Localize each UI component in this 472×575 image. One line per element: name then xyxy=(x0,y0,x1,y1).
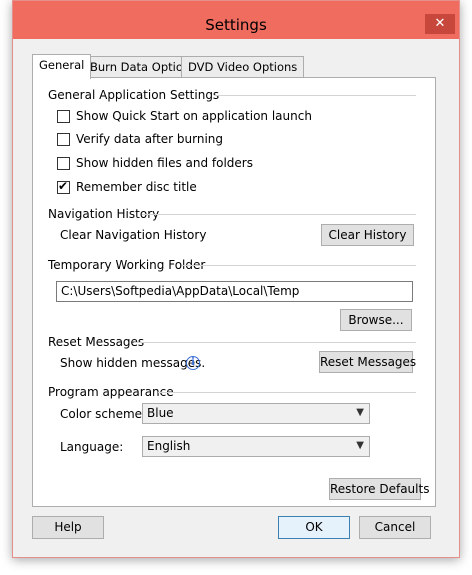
color-scheme-label: Color scheme: xyxy=(60,407,147,421)
tab-dvd-video-options[interactable]: DVD Video Options xyxy=(181,56,305,78)
remember-title-checkbox[interactable]: ✔ xyxy=(57,178,70,194)
color-scheme-value: Blue xyxy=(147,406,174,420)
quick-start-checkbox-row[interactable]: Show Quick Start on application launch xyxy=(57,108,312,124)
language-select[interactable]: English ▼ xyxy=(142,436,370,457)
color-scheme-select[interactable]: Blue ▼ xyxy=(142,403,370,424)
cancel-button[interactable]: Cancel xyxy=(359,516,431,539)
general-settings-heading: General Application Settings xyxy=(48,88,220,102)
close-icon: ✕ xyxy=(434,16,446,31)
section-divider xyxy=(158,392,416,393)
clear-history-label: Clear Navigation History xyxy=(60,228,207,242)
temp-folder-path-input[interactable]: C:\Users\Softpedia\AppData\Local\Temp xyxy=(56,281,413,302)
remember-title-label: Remember disc title xyxy=(76,180,197,194)
verify-data-label: Verify data after burning xyxy=(76,132,224,146)
checkmark-icon: ✔ xyxy=(58,178,69,193)
appearance-heading: Program appearance xyxy=(48,385,174,399)
reset-messages-button[interactable]: Reset Messages xyxy=(319,351,416,373)
browse-button[interactable]: Browse... xyxy=(340,309,412,331)
verify-data-checkbox[interactable] xyxy=(57,132,70,146)
restore-defaults-button[interactable]: Restore Defaults xyxy=(329,478,429,500)
hidden-files-checkbox-row[interactable]: Show hidden files and folders xyxy=(57,155,253,171)
ok-button[interactable]: OK xyxy=(278,516,350,539)
quick-start-checkbox[interactable] xyxy=(57,109,70,123)
info-icon: i xyxy=(186,356,200,370)
close-button[interactable]: ✕ xyxy=(425,14,455,34)
language-label: Language: xyxy=(60,440,124,454)
section-divider xyxy=(142,214,416,215)
hidden-files-checkbox[interactable] xyxy=(57,156,70,170)
chevron-down-icon: ▼ xyxy=(356,440,364,451)
remember-title-checkbox-row[interactable]: ✔ Remember disc title xyxy=(57,179,197,195)
clear-history-button[interactable]: Clear History xyxy=(321,224,414,246)
section-divider xyxy=(182,265,416,266)
hidden-files-label: Show hidden files and folders xyxy=(76,156,253,170)
language-value: English xyxy=(147,439,191,453)
window-title: Settings xyxy=(205,16,267,34)
help-button[interactable]: Help xyxy=(32,516,104,539)
section-divider xyxy=(134,342,416,343)
chevron-down-icon: ▼ xyxy=(356,407,364,418)
title-bar[interactable]: Settings ✕ xyxy=(13,1,459,39)
tab-general[interactable]: General xyxy=(32,54,92,79)
verify-data-checkbox-row[interactable]: Verify data after burning xyxy=(57,131,223,147)
reset-messages-heading: Reset Messages xyxy=(48,335,145,349)
quick-start-label: Show Quick Start on application launch xyxy=(76,109,312,123)
section-divider xyxy=(214,95,416,96)
hidden-messages-label: Show hidden messages. xyxy=(60,356,206,370)
